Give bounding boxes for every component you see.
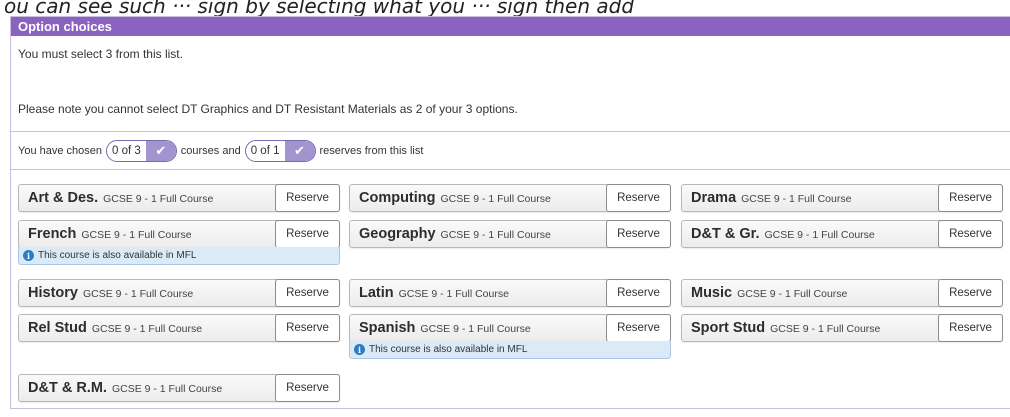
course-card-sport-stud[interactable]: Sport Stud GCSE 9 - 1 Full Course Reserve [681,314,1003,342]
counter-suffix: reserves from this list [319,145,424,157]
course-card-geography[interactable]: Geography GCSE 9 - 1 Full Course Reserve [349,220,671,248]
course-name: French GCSE 9 - 1 Full Course [28,226,192,242]
course-level: GCSE 9 - 1 Full Course [111,383,223,395]
reserve-button[interactable]: Reserve [275,220,340,248]
info-icon: i [354,344,365,355]
divider [11,131,1010,132]
course-name: Latin GCSE 9 - 1 Full Course [359,285,509,301]
reserve-button[interactable]: Reserve [606,220,671,248]
course-name: History GCSE 9 - 1 Full Course [28,285,194,301]
mfl-availability-note: i This course is also available in MFL [349,341,671,359]
mfl-availability-note: i This course is also available in MFL [18,247,340,265]
courses-count-pill: 0 of 3 ✔ [106,140,177,162]
course-level: GCSE 9 - 1 Full Course [82,288,194,300]
reserves-count-pill: 0 of 1 ✔ [244,140,316,162]
info-icon: i [23,250,34,261]
course-card-music[interactable]: Music GCSE 9 - 1 Full Course Reserve [681,279,1003,307]
course-level: GCSE 9 - 1 Full Course [737,288,848,300]
course-name: Computing GCSE 9 - 1 Full Course [359,190,551,206]
course-card-rel-stud[interactable]: Rel Stud GCSE 9 - 1 Full Course Reserve [18,314,340,342]
course-level: GCSE 9 - 1 Full Course [420,323,531,335]
course-name: Spanish GCSE 9 - 1 Full Course [359,320,531,336]
course-card-french[interactable]: French GCSE 9 - 1 Full Course Reserve [18,220,340,248]
reserve-button[interactable]: Reserve [938,220,1003,248]
course-card-art-des[interactable]: Art & Des. GCSE 9 - 1 Full Course Reserve [18,184,340,212]
check-icon: ✔ [284,141,315,161]
course-card-computing[interactable]: Computing GCSE 9 - 1 Full Course Reserve [349,184,671,212]
course-level: GCSE 9 - 1 Full Course [440,193,551,205]
restriction-note: Please note you cannot select DT Graphic… [18,102,518,116]
course-level: GCSE 9 - 1 Full Course [764,229,875,241]
mfl-note-text: This course is also available in MFL [38,250,197,261]
course-name: Art & Des. GCSE 9 - 1 Full Course [28,190,214,206]
course-card-spanish[interactable]: Spanish GCSE 9 - 1 Full Course Reserve [349,314,671,342]
counter-middle: courses and [180,145,241,157]
course-card-latin[interactable]: Latin GCSE 9 - 1 Full Course Reserve [349,279,671,307]
course-name: D&T & R.M. GCSE 9 - 1 Full Course [28,380,223,396]
course-level: GCSE 9 - 1 Full Course [770,323,881,335]
course-name: Rel Stud GCSE 9 - 1 Full Course [28,320,203,336]
background-page-text: ou can see such ··· sign by selecting wh… [4,0,635,16]
reserve-button[interactable]: Reserve [606,184,671,212]
course-level: GCSE 9 - 1 Full Course [103,193,214,205]
check-icon: ✔ [145,141,176,161]
course-card-history[interactable]: History GCSE 9 - 1 Full Course Reserve [18,279,340,307]
divider [11,169,1010,170]
course-level: GCSE 9 - 1 Full Course [440,229,551,241]
panel-title: Option choices [11,17,1010,36]
course-card-dt-resistant-materials[interactable]: D&T & R.M. GCSE 9 - 1 Full Course Reserve [18,374,340,402]
reserves-count-value: 0 of 1 [250,145,280,157]
course-card-drama[interactable]: Drama GCSE 9 - 1 Full Course Reserve [681,184,1003,212]
course-level: GCSE 9 - 1 Full Course [81,229,192,241]
reserve-button[interactable]: Reserve [938,314,1003,342]
counter-prefix: You have chosen [18,145,102,157]
reserve-button[interactable]: Reserve [275,279,340,307]
course-name: Sport Stud GCSE 9 - 1 Full Course [691,320,881,336]
course-card-dt-graphics[interactable]: D&T & Gr. GCSE 9 - 1 Full Course Reserve [681,220,1003,248]
course-level: GCSE 9 - 1 Full Course [91,323,203,335]
reserve-button[interactable]: Reserve [606,314,671,342]
course-name: Music GCSE 9 - 1 Full Course [691,285,848,301]
reserve-button[interactable]: Reserve [275,184,340,212]
course-name: D&T & Gr. GCSE 9 - 1 Full Course [691,226,875,242]
option-choices-panel: Option choices You must select 3 from th… [10,16,1010,409]
course-level: GCSE 9 - 1 Full Course [398,288,509,300]
reserve-button[interactable]: Reserve [938,279,1003,307]
selection-counter: You have chosen 0 of 3 ✔ courses and 0 o… [18,140,423,162]
reserve-button[interactable]: Reserve [606,279,671,307]
course-name: Geography GCSE 9 - 1 Full Course [359,226,551,242]
course-level: GCSE 9 - 1 Full Course [741,193,852,205]
reserve-button[interactable]: Reserve [275,314,340,342]
reserve-button[interactable]: Reserve [275,374,340,402]
mfl-note-text: This course is also available in MFL [369,344,528,355]
reserve-button[interactable]: Reserve [938,184,1003,212]
instruction-text: You must select 3 from this list. [18,47,183,61]
course-name: Drama GCSE 9 - 1 Full Course [691,190,852,206]
courses-count-value: 0 of 3 [112,145,141,157]
